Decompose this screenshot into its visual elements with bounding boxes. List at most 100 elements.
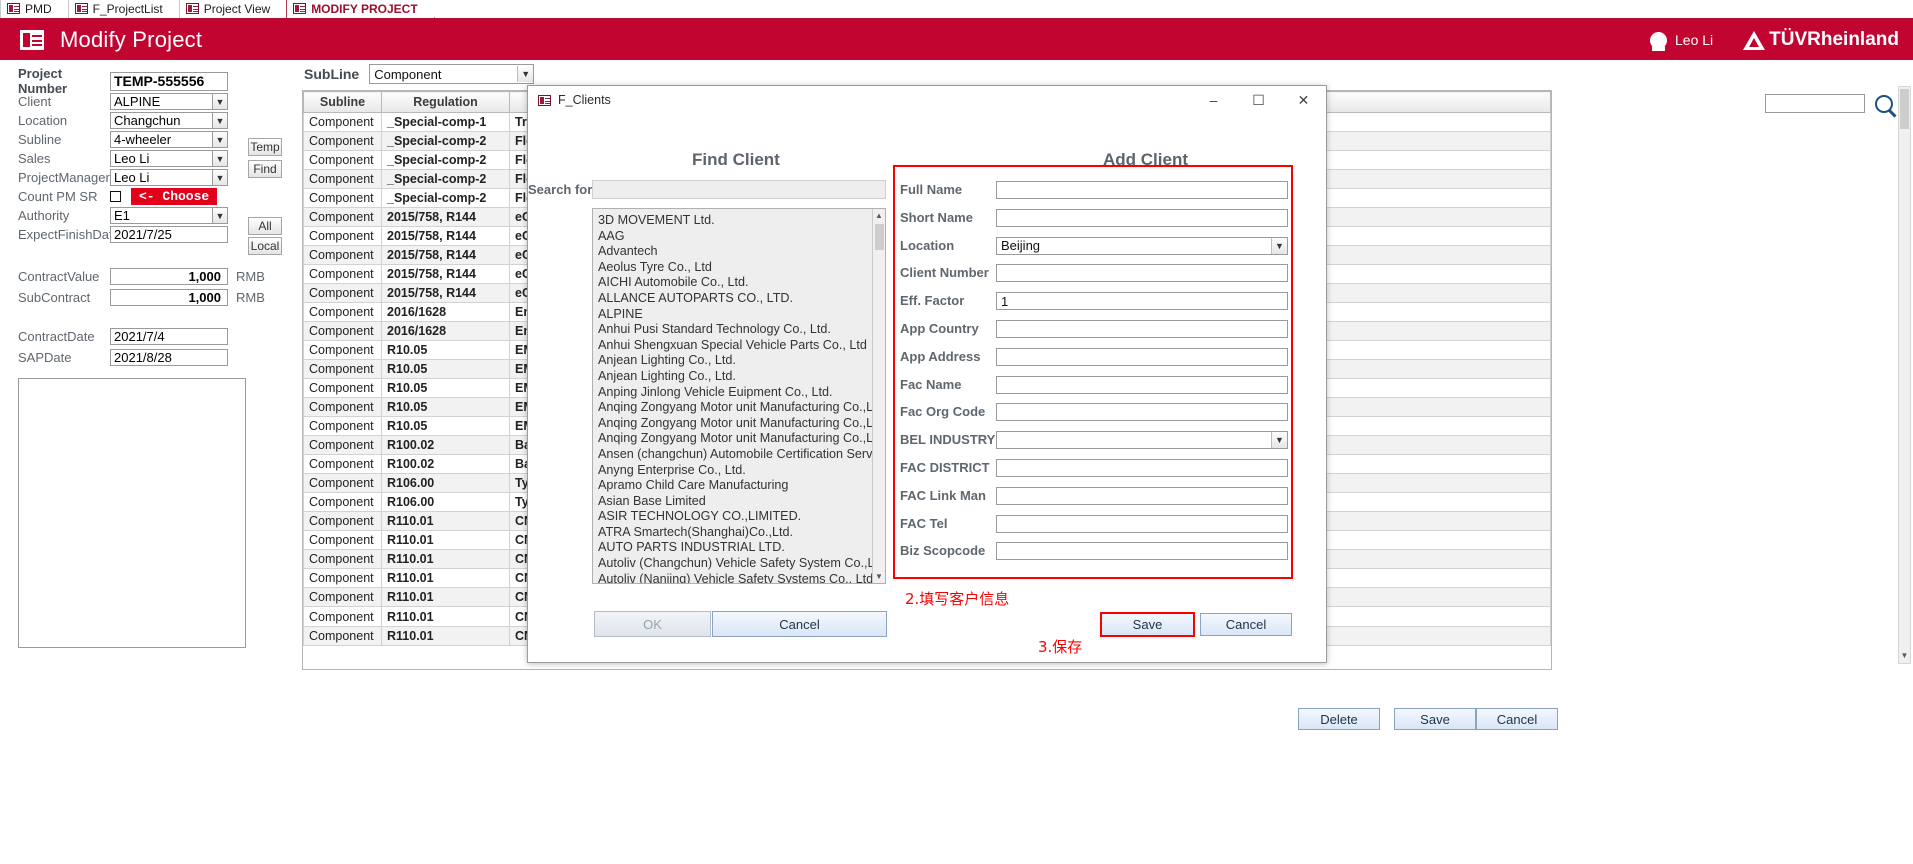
- fac-tel-input[interactable]: [996, 514, 1288, 533]
- list-item[interactable]: AAG: [593, 229, 885, 245]
- list-item[interactable]: Ansen (changchun) Automobile Certificati…: [593, 447, 885, 463]
- document-tab-f-projectlist[interactable]: F_ProjectList: [68, 0, 180, 18]
- scrollbar-thumb[interactable]: [875, 224, 884, 250]
- table-cell[interactable]: Component: [303, 606, 382, 627]
- table-cell[interactable]: Component: [303, 131, 382, 151]
- table-cell[interactable]: R106.00: [381, 473, 510, 493]
- client-listbox[interactable]: 3D MOVEMENT Ltd. AAG Advantech Aeolus Tyre …: [592, 208, 886, 584]
- table-cell[interactable]: R110.01: [381, 549, 510, 569]
- list-item[interactable]: 3D MOVEMENT Ltd.: [593, 213, 885, 229]
- table-cell[interactable]: Component: [303, 321, 382, 341]
- biz-scopcode-input[interactable]: [996, 542, 1288, 561]
- temp-button[interactable]: Temp: [248, 138, 282, 156]
- expect-finish-date-input[interactable]: 2021/7/25: [110, 226, 228, 243]
- current-user[interactable]: Leo Li: [1650, 31, 1713, 51]
- document-tab-pmd[interactable]: PMD: [0, 0, 69, 18]
- search-icon[interactable]: [1875, 94, 1893, 113]
- find-cancel-button[interactable]: Cancel: [712, 611, 887, 637]
- table-cell[interactable]: R10.05: [381, 416, 510, 436]
- chevron-down-icon[interactable]: ▼: [1899, 651, 1910, 663]
- ok-button[interactable]: OK: [594, 611, 711, 637]
- fac-link-man-input[interactable]: [996, 486, 1288, 505]
- table-cell[interactable]: Component: [303, 207, 382, 227]
- table-cell[interactable]: 2015/758, R144: [381, 207, 510, 227]
- table-cell[interactable]: R106.00: [381, 492, 510, 512]
- table-cell[interactable]: R10.05: [381, 397, 510, 417]
- list-item[interactable]: ASIR TECHNOLOGY CO.,LIMITED.: [593, 509, 885, 525]
- table-cell[interactable]: 2016/1628: [381, 302, 510, 322]
- maximize-icon[interactable]: ☐: [1236, 87, 1281, 114]
- save-button[interactable]: Save: [1394, 708, 1476, 730]
- list-item[interactable]: Anping Jinlong Vehicle Euipment Co., Ltd…: [593, 385, 885, 401]
- list-item[interactable]: Anjean Lighting Co., Ltd.: [593, 369, 885, 385]
- document-tab-project-view[interactable]: Project View: [179, 0, 287, 18]
- table-cell[interactable]: Component: [303, 283, 382, 303]
- table-cell[interactable]: Component: [303, 587, 382, 607]
- table-cell[interactable]: 2015/758, R144: [381, 245, 510, 265]
- table-cell[interactable]: Component: [303, 378, 382, 398]
- table-cell[interactable]: _Special-comp-2: [381, 188, 510, 208]
- table-cell[interactable]: R110.01: [381, 606, 510, 627]
- remarks-textarea[interactable]: [18, 378, 246, 648]
- minimize-icon[interactable]: –: [1191, 87, 1236, 114]
- table-cell[interactable]: Component: [303, 397, 382, 417]
- subline-selector-combo[interactable]: Component ▼: [369, 64, 535, 84]
- table-cell[interactable]: Component: [303, 340, 382, 360]
- location-combo[interactable]: Beijing ▼: [996, 236, 1288, 255]
- table-cell[interactable]: 2015/758, R144: [381, 226, 510, 246]
- dialog-title-bar[interactable]: F_Clients – ☐ ✕: [528, 86, 1326, 114]
- table-cell[interactable]: Component: [303, 416, 382, 436]
- add-client-save-button[interactable]: Save: [1100, 612, 1195, 637]
- bel-industry-combo[interactable]: ▼: [996, 431, 1288, 450]
- list-item[interactable]: Anhui Shengxuan Special Vehicle Parts Co…: [593, 338, 885, 354]
- sales-combo[interactable]: Leo Li ▼: [110, 150, 228, 167]
- table-cell[interactable]: R10.05: [381, 359, 510, 379]
- table-cell[interactable]: Component: [303, 473, 382, 493]
- table-cell[interactable]: R100.02: [381, 454, 510, 474]
- search-input[interactable]: [1765, 94, 1865, 113]
- table-cell[interactable]: _Special-comp-2: [381, 169, 510, 189]
- table-cell[interactable]: Component: [303, 454, 382, 474]
- table-cell[interactable]: Component: [303, 492, 382, 512]
- table-cell[interactable]: R110.01: [381, 626, 510, 646]
- table-cell[interactable]: Component: [303, 359, 382, 379]
- list-item[interactable]: Anhui Pusi Standard Technology Co., Ltd.: [593, 322, 885, 338]
- fac-district-input[interactable]: [996, 459, 1288, 477]
- table-cell[interactable]: Component: [303, 112, 382, 132]
- app-country-input[interactable]: [996, 320, 1288, 338]
- table-cell[interactable]: R110.01: [381, 530, 510, 550]
- table-cell[interactable]: 2015/758, R144: [381, 283, 510, 303]
- client-number-input[interactable]: [996, 264, 1288, 283]
- table-cell[interactable]: R110.01: [381, 511, 510, 531]
- table-cell[interactable]: R110.01: [381, 568, 510, 588]
- table-cell[interactable]: Component: [303, 226, 382, 246]
- close-icon[interactable]: ✕: [1281, 87, 1326, 114]
- app-address-input[interactable]: [996, 347, 1288, 366]
- client-combo[interactable]: ALPINE ▼: [110, 93, 228, 110]
- table-cell[interactable]: Component: [303, 435, 382, 455]
- table-cell[interactable]: Component: [303, 511, 382, 531]
- table-cell[interactable]: _Special-comp-1: [381, 112, 510, 132]
- fac-name-input[interactable]: [996, 375, 1288, 394]
- list-item[interactable]: ALLANCE AUTOPARTS CO., LTD.: [593, 291, 885, 307]
- sub-contract-input[interactable]: 1,000: [110, 289, 228, 306]
- table-cell[interactable]: R10.05: [381, 378, 510, 398]
- list-item[interactable]: Aeolus Tyre Co., Ltd: [593, 260, 885, 276]
- list-item[interactable]: AICHI Automobile Co., Ltd.: [593, 275, 885, 291]
- authority-combo[interactable]: E1 ▼: [110, 207, 228, 224]
- list-item[interactable]: ATRA Smartech(Shanghai)Co.,Ltd.: [593, 525, 885, 541]
- table-cell[interactable]: Component: [303, 530, 382, 550]
- project-manager-combo[interactable]: Leo Li ▼: [110, 169, 228, 186]
- list-item[interactable]: Anqing Zongyang Motor unit Manufacturing…: [593, 400, 885, 416]
- list-item[interactable]: Anyng Enterprise Co., Ltd.: [593, 463, 885, 479]
- table-cell[interactable]: R110.01: [381, 587, 510, 607]
- eff-factor-input[interactable]: 1: [996, 292, 1288, 311]
- column-header-regulation[interactable]: Regulation: [381, 91, 510, 113]
- sap-date-input[interactable]: 2021/8/28: [110, 349, 228, 366]
- short-name-input[interactable]: [996, 208, 1288, 227]
- all-button[interactable]: All: [248, 217, 282, 235]
- full-name-input[interactable]: [996, 181, 1288, 199]
- local-button[interactable]: Local: [248, 237, 282, 255]
- list-item[interactable]: Autoliv (Nanjing) Vehicle Safety Systems…: [593, 572, 885, 583]
- list-item[interactable]: Autoliv (Changchun) Vehicle Safety Syste…: [593, 556, 885, 572]
